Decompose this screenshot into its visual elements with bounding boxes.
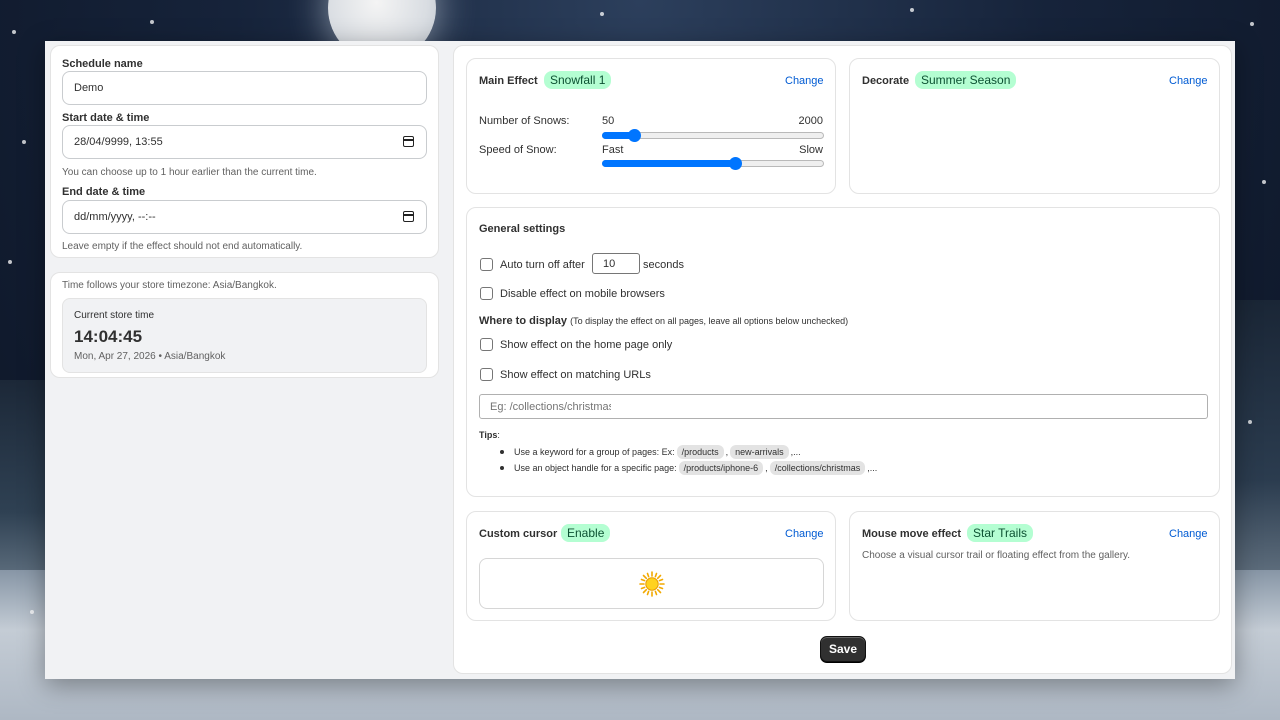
auto-off-suffix: seconds — [643, 259, 684, 271]
speed-min-label: Fast — [602, 144, 624, 156]
tip-handle-text: Use an object handle for a specific page… — [514, 463, 677, 473]
sun-icon — [638, 570, 665, 597]
speed-slider-thumb[interactable] — [729, 157, 742, 170]
end-date-placeholder: dd/mm/yyyy, --:-- — [74, 211, 156, 223]
start-date-label: Start date & time — [62, 112, 150, 124]
schedule-name-input[interactable]: Demo — [62, 71, 427, 105]
mouse-move-description: Choose a visual cursor trail or floating… — [862, 550, 1131, 561]
auto-off-seconds-input[interactable]: 10 — [592, 253, 640, 274]
tip-chip-iphone: /products/iphone-6 — [678, 461, 764, 475]
custom-cursor-card: Custom cursor Enable Change — [466, 511, 836, 621]
home-only-checkbox[interactable] — [480, 338, 493, 351]
custom-cursor-change-link[interactable]: Change — [785, 528, 824, 540]
tip-separator: , — [765, 463, 768, 473]
tip-chip-christmas: /collections/christmas — [769, 461, 866, 475]
main-effect-card: Main Effect Snowfall 1 Change Number of … — [466, 58, 836, 194]
schedule-name-label: Schedule name — [62, 58, 143, 70]
url-match-placeholder: Eg: /collections/christmas — [490, 400, 611, 413]
custom-cursor-label: Custom cursor — [479, 528, 558, 540]
auto-off-checkbox[interactable] — [480, 258, 493, 271]
disable-mobile-checkbox[interactable] — [480, 287, 493, 300]
snowflake — [22, 140, 26, 144]
start-date-help: You can choose up to 1 hour earlier than… — [62, 167, 317, 178]
mouse-move-label: Mouse move effect — [862, 528, 962, 540]
matching-urls-checkbox[interactable] — [480, 368, 493, 381]
matching-urls-label: Show effect on matching URLs — [500, 369, 651, 381]
snowflake — [910, 8, 914, 12]
where-to-display-title: Where to display — [479, 315, 568, 327]
current-time-value: 14:04:45 — [74, 327, 143, 346]
mouse-move-card: Mouse move effect Star Trails Change Cho… — [849, 511, 1220, 621]
snowflake — [1248, 420, 1252, 424]
tip-handle-row: Use an object handle for a specific page… — [500, 461, 877, 475]
tips-label: Tips — [479, 430, 498, 440]
main-effect-badge: Snowfall 1 — [544, 71, 612, 89]
bullet-icon — [500, 466, 504, 470]
start-date-input[interactable]: 28/04/9999, 13:55 — [62, 125, 427, 159]
home-only-label: Show effect on the home page only — [500, 339, 673, 351]
main-effect-label: Main Effect — [479, 75, 538, 87]
speed-max-label: Slow — [799, 144, 823, 156]
save-button[interactable]: Save — [820, 636, 866, 662]
snowflake — [30, 610, 34, 614]
decorate-label: Decorate — [862, 75, 910, 87]
tip-keyword-row: Use a keyword for a group of pages: Ex: … — [500, 445, 801, 459]
custom-cursor-badge: Enable — [561, 524, 611, 542]
snowflake — [150, 20, 154, 24]
auto-off-seconds-value: 10 — [603, 257, 616, 270]
decorate-change-link[interactable]: Change — [1169, 75, 1208, 87]
bullet-icon — [500, 450, 504, 454]
speed-slider[interactable] — [602, 157, 824, 170]
mouse-move-change-link[interactable]: Change — [1169, 528, 1208, 540]
schedule-card: Schedule name Demo Start date & time 28/… — [50, 45, 439, 258]
snows-slider[interactable] — [602, 129, 824, 142]
background-trees-left — [0, 380, 50, 600]
cursor-preview — [479, 558, 824, 609]
where-to-display-heading: Where to display (To display the effect … — [479, 315, 848, 327]
general-settings-card: General settings Auto turn off after 10 … — [466, 207, 1220, 497]
decorate-card: Decorate Summer Season Change — [849, 58, 1220, 194]
tip-keyword-text: Use a keyword for a group of pages: Ex: — [514, 447, 675, 457]
end-date-help: Leave empty if the effect should not end… — [62, 241, 303, 252]
tip-trailing: ,... — [867, 463, 878, 473]
snowflake — [12, 30, 16, 34]
timezone-card: Time follows your store timezone: Asia/B… — [50, 272, 439, 378]
current-time-panel: Current store time 14:04:45 Mon, Apr 27,… — [62, 298, 427, 373]
schedule-name-value: Demo — [74, 82, 104, 94]
snowflake — [1250, 22, 1254, 26]
snows-label: Number of Snows: — [479, 115, 570, 127]
end-date-label: End date & time — [62, 186, 146, 198]
calendar-icon[interactable] — [403, 211, 414, 222]
snowflake — [1262, 180, 1266, 184]
tips-heading: Tips: — [479, 430, 500, 440]
main-effect-change-link[interactable]: Change — [785, 75, 824, 87]
start-date-value: 28/04/9999, 13:55 — [74, 136, 163, 148]
disable-mobile-label: Disable effect on mobile browsers — [500, 288, 665, 300]
decorate-badge: Summer Season — [915, 71, 1017, 89]
settings-panel: Main Effect Snowfall 1 Change Number of … — [453, 45, 1232, 674]
where-to-display-note: (To display the effect on all pages, lea… — [570, 316, 849, 326]
tip-trailing: ,... — [790, 447, 801, 457]
speed-label: Speed of Snow: — [479, 144, 557, 156]
timezone-note: Time follows your store timezone: Asia/B… — [62, 280, 277, 291]
general-settings-title: General settings — [479, 223, 566, 235]
end-date-input[interactable]: dd/mm/yyyy, --:-- — [62, 200, 427, 234]
calendar-icon[interactable] — [403, 136, 414, 147]
tip-separator: , — [725, 447, 729, 457]
url-match-input[interactable]: Eg: /collections/christmas — [479, 394, 1208, 419]
app-window: Schedule name Demo Start date & time 28/… — [45, 41, 1235, 679]
snowflake — [8, 260, 12, 264]
tip-chip-new-arrivals: new-arrivals — [730, 445, 789, 459]
snows-min-label: 50 — [602, 115, 615, 127]
background-trees-right — [1232, 300, 1280, 600]
snowflake — [600, 12, 604, 16]
snows-max-label: 2000 — [798, 115, 823, 127]
auto-off-label: Auto turn off after — [500, 259, 585, 271]
mouse-move-badge: Star Trails — [967, 524, 1034, 542]
tip-chip-products: /products — [676, 445, 724, 459]
current-date-line: Mon, Apr 27, 2026 • Asia/Bangkok — [74, 351, 226, 362]
speed-slider-fill — [602, 160, 736, 167]
current-time-label: Current store time — [74, 310, 155, 321]
snows-slider-thumb[interactable] — [628, 129, 641, 142]
